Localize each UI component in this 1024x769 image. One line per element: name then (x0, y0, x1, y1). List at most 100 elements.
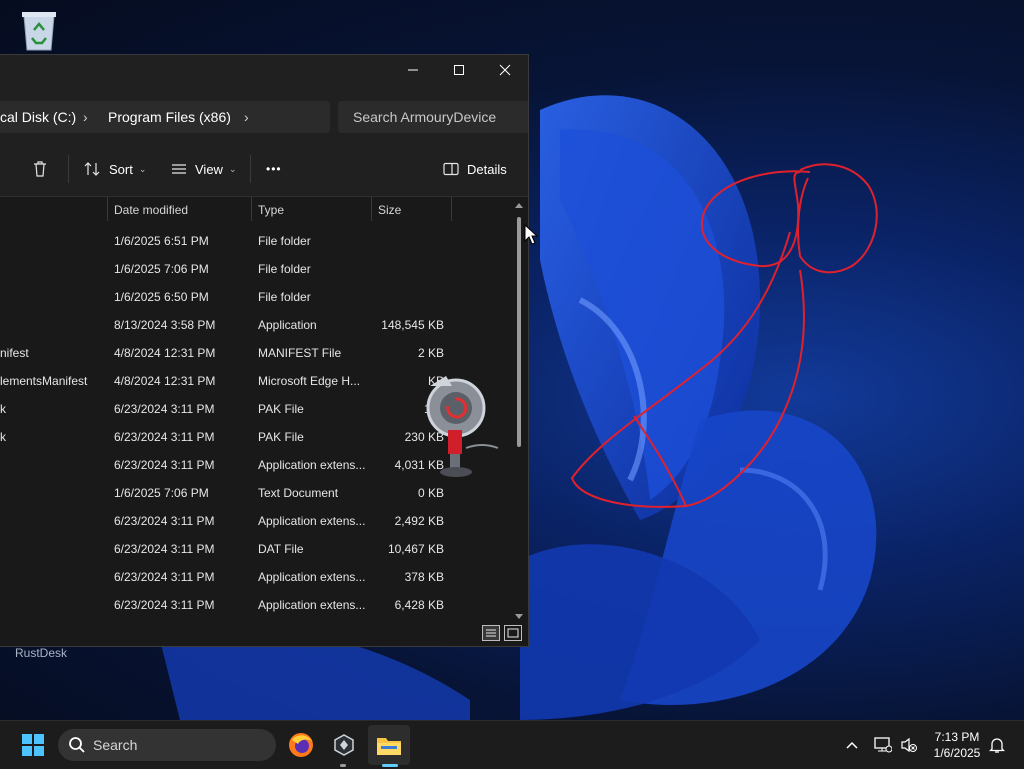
running-indicator (340, 764, 346, 767)
scroll-up-icon[interactable] (514, 201, 524, 209)
command-bar: Sort ⌄ View ⌄ ••• Details (0, 141, 528, 197)
file-size: 0 KB (417, 486, 444, 500)
active-indicator (382, 764, 398, 767)
recycle-bin-icon[interactable] (20, 8, 58, 52)
file-date: 6/23/2024 3:11 PM (114, 430, 215, 444)
file-date: 6/23/2024 3:11 PM (114, 402, 215, 416)
file-date: 6/23/2024 3:11 PM (114, 542, 215, 556)
view-label: View (195, 161, 223, 177)
network-button[interactable] (872, 721, 894, 769)
file-date: 6/23/2024 3:11 PM (114, 570, 215, 584)
chevron-up-icon (846, 741, 858, 749)
table-row[interactable]: 1/6/2025 6:50 PM File folder (0, 283, 510, 311)
table-row[interactable]: 6/23/2024 3:11 PM Application extens... 6,… (0, 591, 510, 619)
minimize-button[interactable] (390, 55, 436, 85)
volume-button[interactable] (898, 721, 920, 769)
bell-icon (989, 738, 1005, 753)
breadcrumb-drive[interactable]: cal Disk (C:) (0, 109, 76, 125)
file-explorer-window: cal Disk (C:) › Program Files (x86) › Se… (0, 54, 529, 647)
taskbar-search-label: Search (93, 737, 138, 753)
vertical-scrollbar[interactable] (514, 201, 524, 621)
file-type: PAK File (258, 430, 304, 444)
address-bar: cal Disk (C:) › Program Files (x86) › Se… (0, 85, 528, 141)
clock-date: 1/6/2025 (933, 746, 981, 760)
column-divider[interactable] (107, 197, 108, 221)
clock-time: 7:13 PM (934, 730, 980, 744)
file-date: 8/13/2024 3:58 PM (114, 318, 216, 332)
title-bar (0, 55, 528, 85)
sort-icon (84, 162, 100, 176)
armoury-mascot-icon (426, 376, 499, 477)
file-date: 1/6/2025 6:50 PM (114, 290, 209, 304)
view-button[interactable]: View ⌄ (171, 155, 237, 183)
folder-icon (377, 738, 401, 755)
column-divider[interactable] (451, 197, 452, 221)
breadcrumb-folder[interactable]: Program Files (x86) (108, 109, 231, 125)
file-size: 148,545 KB (381, 318, 444, 332)
column-divider[interactable] (251, 197, 252, 221)
file-date: 1/6/2025 7:06 PM (114, 486, 209, 500)
close-button[interactable] (482, 55, 528, 85)
file-type: Application extens... (258, 598, 366, 612)
maximize-icon (454, 65, 464, 75)
table-row[interactable]: 6/23/2024 3:11 PM DAT File 10,467 KB (0, 535, 510, 563)
column-header-type[interactable]: Type (258, 203, 284, 217)
table-row[interactable]: 6/23/2024 3:11 PM Application extens... 37… (0, 563, 510, 591)
file-date: 6/23/2024 3:11 PM (114, 458, 215, 472)
chevron-down-icon: ⌄ (138, 163, 147, 174)
search-icon (69, 737, 85, 753)
windows-logo-icon (22, 734, 44, 756)
maximize-button[interactable] (436, 55, 482, 85)
file-explorer-taskbar-button[interactable] (368, 725, 410, 765)
column-divider[interactable] (371, 197, 372, 221)
file-type: File folder (258, 262, 311, 276)
chevron-down-icon: ⌄ (228, 163, 237, 174)
sort-button[interactable]: Sort ⌄ (84, 155, 146, 183)
armoury-crate-taskbar-button[interactable] (326, 721, 362, 769)
table-row[interactable]: 8/13/2024 3:58 PM Application 148,545 KB (0, 311, 510, 339)
chevron-right-icon[interactable]: › (244, 109, 249, 125)
table-row[interactable]: 1/6/2025 7:06 PM Text Document 0 KB (0, 479, 510, 507)
file-type: File folder (258, 290, 311, 304)
file-date: 4/8/2024 12:31 PM (114, 374, 216, 388)
taskbar-search-box[interactable]: Search (58, 729, 276, 761)
start-button[interactable] (16, 721, 50, 769)
search-placeholder: Search ArmouryDevice (353, 109, 497, 125)
file-type: Microsoft Edge H... (258, 374, 361, 388)
details-view-toggle[interactable] (482, 625, 500, 641)
chevron-right-icon[interactable]: › (83, 109, 88, 125)
close-icon (499, 64, 511, 76)
network-icon (874, 737, 892, 753)
file-name: lementsManifest (0, 374, 88, 388)
scroll-down-icon[interactable] (514, 613, 524, 621)
column-header-date[interactable]: Date modified (114, 203, 188, 217)
table-row[interactable]: 1/6/2025 7:06 PM File folder (0, 255, 510, 283)
large-icons-view-toggle[interactable] (504, 625, 522, 641)
details-pane-button[interactable]: Details (443, 155, 507, 183)
file-size: 6,428 KB (394, 598, 444, 612)
file-type: Application (258, 318, 317, 332)
file-size: 2 KB (417, 346, 444, 360)
toolbar-divider (68, 155, 69, 183)
system-clock[interactable]: 7:13 PM 1/6/2025 (928, 729, 986, 761)
breadcrumb[interactable]: cal Disk (C:) › Program Files (x86) › (0, 101, 330, 133)
large-icons-view-icon (507, 628, 519, 638)
file-name: k (0, 430, 6, 444)
delete-button[interactable] (32, 155, 48, 183)
scrollbar-thumb[interactable] (517, 217, 521, 447)
details-pane-icon (443, 162, 459, 176)
show-hidden-icons-button[interactable] (840, 721, 864, 769)
firefox-taskbar-button[interactable] (284, 721, 318, 769)
rustdesk-shortcut-label[interactable]: RustDesk (15, 646, 67, 660)
notifications-button[interactable] (986, 721, 1008, 769)
more-options-button[interactable]: ••• (266, 155, 282, 183)
table-row[interactable]: nifest 4/8/2024 12:31 PM MANIFEST File 2 KB (0, 339, 510, 367)
sort-label: Sort (109, 161, 133, 177)
column-header-size[interactable]: Size (378, 203, 401, 217)
table-row[interactable]: 6/23/2024 3:11 PM Application extens... 2,… (0, 507, 510, 535)
table-row[interactable]: 1/6/2025 6:51 PM File folder (0, 227, 510, 255)
taskbar: Search 7:13 PM 1/6/2025 (0, 720, 1024, 769)
search-input[interactable]: Search ArmouryDevice (338, 101, 528, 133)
column-headers: Date modified Type Size (0, 197, 510, 223)
file-date: 1/6/2025 7:06 PM (114, 262, 209, 276)
